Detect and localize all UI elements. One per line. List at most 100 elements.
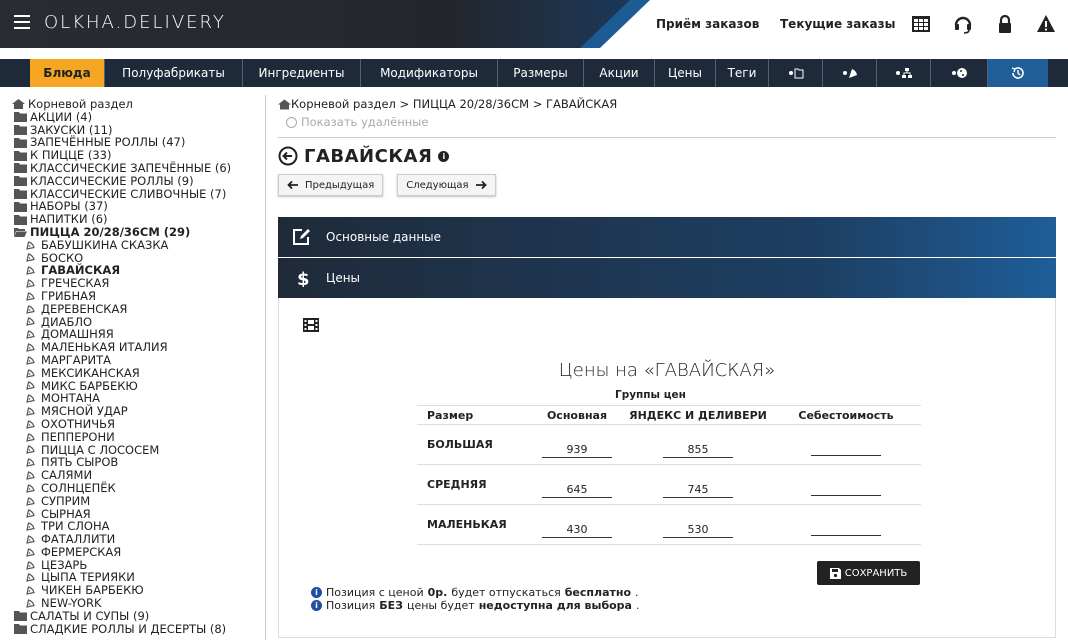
tab-tags[interactable]: Теги	[716, 59, 769, 87]
base-price-input[interactable]: 430	[542, 523, 612, 538]
tree-folder[interactable]: СЛАДКИЕ РОЛЛЫ И ДЕСЕРТЫ (8)	[12, 622, 265, 636]
home-icon[interactable]	[278, 99, 291, 110]
pizza-slice-icon	[26, 292, 35, 301]
tab-history[interactable]	[988, 59, 1048, 87]
info-icon[interactable]: i	[438, 150, 450, 162]
base-price-input[interactable]: 645	[542, 483, 612, 498]
panel-main-data-label: Основные данные	[326, 230, 442, 244]
tree-folder[interactable]: КЛАССИЧЕСКИЕ РОЛЛЫ (9)	[12, 174, 265, 188]
table-icon[interactable]	[911, 14, 931, 34]
yandex-price-input[interactable]: 745	[663, 483, 733, 498]
prev-button[interactable]: Предыдущая	[278, 174, 384, 196]
pizza-slice-icon	[26, 279, 35, 288]
next-button[interactable]: Следующая	[397, 174, 496, 196]
col-yandex: ЯНДЕКС И ДЕЛИВЕРИ	[629, 408, 767, 422]
tree-folder[interactable]: САЛАТЫ И СУПЫ (9)	[12, 610, 265, 623]
tree-item[interactable]: ПЕППЕРОНИ	[12, 429, 265, 444]
tree-item[interactable]: NEW-YORK	[12, 597, 265, 610]
svg-text:$: $	[297, 269, 310, 287]
price-row: БОЛЬШАЯ 939 855	[417, 425, 921, 465]
film-icon[interactable]	[303, 318, 319, 332]
price-row-size: БОЛЬШАЯ	[427, 438, 493, 451]
folder-icon	[14, 112, 27, 123]
prices-panel-body: Цены на «ГАВАЙСКАЯ» Группы цен Размер Ос…	[278, 298, 1056, 638]
base-price-input[interactable]: 939	[542, 443, 612, 458]
headset-icon[interactable]	[953, 14, 973, 34]
tree-item[interactable]: СУПРИМ	[12, 494, 265, 508]
cost-price-input[interactable]	[811, 442, 881, 456]
tab-pizza[interactable]	[823, 59, 877, 87]
note-free: i Позиция с ценой 0р. будет отпускаться …	[311, 586, 639, 599]
pizza-slice-icon	[26, 343, 35, 352]
folder-icon	[14, 201, 27, 212]
tree-item[interactable]: САЛЯМИ	[12, 469, 265, 482]
current-orders-link[interactable]: Текущие заказы	[780, 17, 895, 31]
lock-icon[interactable]	[995, 14, 1015, 34]
edit-icon	[293, 229, 310, 245]
save-button[interactable]: СОХРАНИТЬ	[817, 561, 920, 585]
tab-hierarchy[interactable]	[877, 59, 931, 87]
main-content: Корневой раздел > ПИЦЦА 20/28/36СМ > ГАВ…	[278, 95, 1056, 638]
folder-open-icon	[14, 228, 27, 238]
note-unavailable: i Позиция БЕЗ цены будет недоступна для …	[311, 599, 639, 612]
panel-prices[interactable]: $ Цены	[278, 258, 1056, 298]
tab-ingredients[interactable]: Ингредиенты	[243, 59, 361, 87]
price-groups-label: Группы цен	[615, 389, 686, 401]
pizza-slice-icon	[26, 599, 35, 608]
show-deleted-radio[interactable]	[286, 116, 297, 128]
yandex-price-input[interactable]: 855	[663, 443, 733, 458]
panel-main-data[interactable]: Основные данные	[278, 217, 1056, 257]
tree-folder-label: САЛАТЫ И СУПЫ (9)	[30, 608, 150, 623]
back-circle-icon[interactable]	[278, 146, 298, 166]
tree-item[interactable]: ФАТАЛЛИТИ	[12, 533, 265, 546]
tree-item[interactable]: ОХОТНИЧЬЯ	[12, 418, 265, 431]
price-row: МАЛЕНЬКАЯ 430 530	[417, 505, 921, 545]
cost-price-input[interactable]	[811, 482, 881, 496]
tree-item[interactable]: ДЕРЕВЕНСКАЯ	[12, 302, 265, 316]
arrow-right-icon	[475, 180, 487, 190]
orders-intake-link[interactable]: Приём заказов	[656, 17, 759, 31]
pizza-slice-icon	[26, 394, 35, 403]
tab-semi-products[interactable]: Полуфабрикаты	[105, 59, 243, 87]
tree-item-label: БАБУШКИНА СКАЗКА	[41, 237, 169, 252]
folder-icon	[14, 150, 27, 161]
prices-heading: Цены на «ГАВАЙСКАЯ»	[558, 360, 776, 381]
folder-icon	[14, 163, 27, 174]
tree-folder[interactable]: АКЦИИ (4)	[12, 110, 265, 124]
pizza-slice-icon	[26, 420, 35, 429]
tree-item[interactable]: СОЛНЦЕПЁК	[12, 482, 265, 495]
breadcrumb-text[interactable]: Корневой раздел > ПИЦЦА 20/28/36СМ > ГАВ…	[291, 97, 617, 111]
prev-button-label: Предыдущая	[305, 179, 375, 191]
note-unavail-text-a: Позиция	[326, 599, 376, 612]
cost-price-input[interactable]	[811, 522, 881, 536]
tree-item[interactable]: МЕКСИКАНСКАЯ	[12, 366, 265, 380]
pizza-slice-icon	[26, 304, 35, 314]
note-free-period: .	[635, 586, 639, 599]
hamburger-menu-icon[interactable]	[14, 15, 30, 29]
price-table-header: Размер Основная ЯНДЕКС И ДЕЛИВЕРИ Себест…	[417, 405, 921, 425]
tree-item-label: МЯСНОЙ УДАР	[41, 404, 128, 419]
tree-item[interactable]: МАРГАРИТА	[12, 354, 265, 367]
note-unavail-bold: недоступна для выбора	[478, 599, 632, 612]
tree-item[interactable]: МЯСНОЙ УДАР	[12, 405, 265, 418]
tab-sizes[interactable]: Размеры	[498, 59, 584, 87]
tree-folder[interactable]: КЛАССИЧЕСКИЕ ЗАПЕЧЁННЫЕ (6)	[12, 162, 265, 175]
info-icon: i	[311, 600, 322, 611]
tree-item-label: ПЕППЕРОНИ	[41, 429, 115, 444]
tree-item-label: МАРГАРИТА	[41, 352, 112, 367]
tree-item[interactable]: ГРИБНАЯ	[12, 290, 265, 303]
yandex-price-input[interactable]: 530	[663, 523, 733, 538]
show-deleted-toggle[interactable]: Показать удалённые	[286, 113, 1056, 131]
tree-item[interactable]: ФЕРМЕРСКАЯ	[12, 546, 265, 559]
tab-cookie[interactable]	[931, 59, 988, 87]
tree-item[interactable]: БАБУШКИНА СКАЗКА	[12, 237, 265, 252]
tab-modifiers[interactable]: Модификаторы	[361, 59, 498, 87]
tab-folder[interactable]	[769, 59, 823, 87]
pizza-slice-icon	[26, 548, 35, 557]
tab-prices[interactable]: Цены	[655, 59, 716, 87]
tab-dishes[interactable]: Блюда	[30, 59, 105, 87]
tree-root[interactable]: Корневой раздел	[12, 98, 265, 111]
warning-icon[interactable]	[1036, 14, 1056, 34]
tab-promotions[interactable]: Акции	[584, 59, 655, 87]
tree-folder-open[interactable]: ПИЦЦА 20/28/36СМ (29)	[12, 226, 265, 239]
